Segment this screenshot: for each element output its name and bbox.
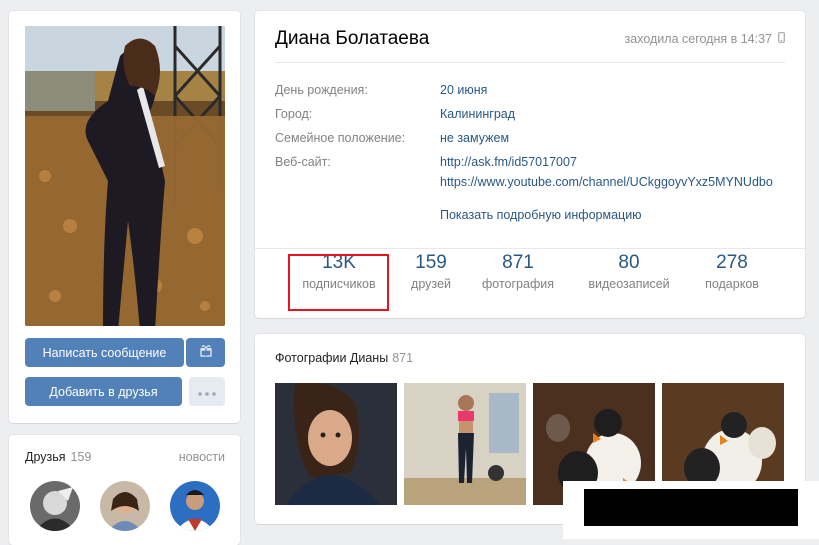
birthday-value[interactable]: 20 июня — [440, 83, 487, 97]
stat-friends[interactable]: 159 друзей — [400, 252, 462, 291]
city-value[interactable]: Калининград — [440, 107, 515, 121]
stat-friends-label: друзей — [411, 277, 451, 291]
friends-title-label: Друзья — [25, 450, 66, 464]
stat-videos[interactable]: 80 видеозаписей — [578, 252, 680, 291]
friend-avatar[interactable] — [100, 481, 150, 531]
photos-count: 871 — [392, 351, 414, 365]
city-label: Город: — [275, 107, 313, 121]
photo-thumbnail[interactable] — [275, 383, 397, 505]
mobile-icon — [778, 32, 785, 46]
watermark-fragment: u — [789, 497, 799, 516]
photo-thumbnail[interactable] — [404, 383, 526, 505]
last-seen: заходила сегодня в 14:37 — [625, 32, 785, 46]
website-link-2[interactable]: https://www.youtube.com/channel/UCkggoyv… — [440, 175, 785, 189]
stat-gifts-label: подарков — [705, 277, 759, 291]
stat-photos[interactable]: 871 фотография — [473, 252, 563, 291]
friends-count: 159 — [70, 450, 92, 464]
stat-videos-label: видеозаписей — [588, 277, 670, 291]
last-seen-text: заходила сегодня в 14:37 — [624, 32, 772, 46]
relationship-value[interactable]: не замужем — [440, 131, 509, 145]
gift-icon — [199, 345, 212, 360]
friend-avatar[interactable] — [170, 481, 220, 531]
redaction-bar — [584, 489, 798, 526]
friends-news-link[interactable]: новости — [179, 450, 225, 464]
relationship-label: Семейное положение: — [275, 131, 406, 145]
send-message-button[interactable]: Написать сообщение — [25, 338, 184, 367]
photos-title-label: Фотографии Дианы — [275, 351, 389, 365]
friends-title[interactable]: Друзья 159 — [25, 450, 91, 464]
photos-title[interactable]: Фотографии Дианы 871 — [275, 351, 413, 365]
stat-photos-label: фотография — [482, 277, 554, 291]
stat-gifts-count: 278 — [716, 252, 748, 273]
gift-button[interactable] — [186, 338, 225, 367]
friend-avatar[interactable] — [30, 481, 80, 531]
more-actions-button[interactable] — [189, 377, 225, 406]
stat-friends-count: 159 — [415, 252, 447, 273]
website-link-1[interactable]: http://ask.fm/id57017007 — [440, 155, 577, 169]
stat-videos-count: 80 — [618, 252, 640, 273]
birthday-label: День рождения: — [275, 83, 368, 97]
show-more-info-link[interactable]: Показать подробную информацию — [440, 208, 642, 222]
more-dots-icon — [198, 385, 216, 399]
stat-photos-count: 871 — [502, 252, 534, 273]
stats-divider — [255, 248, 805, 249]
followers-highlight-box — [288, 254, 389, 311]
header-divider — [275, 62, 785, 63]
stat-gifts[interactable]: 278 подарков — [694, 252, 770, 291]
profile-name: Диана Болатаева — [275, 28, 430, 49]
profile-avatar[interactable] — [25, 26, 225, 326]
friends-card: Друзья 159 новости — [9, 435, 240, 545]
website-label: Веб-сайт: — [275, 155, 331, 169]
add-friend-button[interactable]: Добавить в друзья — [25, 377, 182, 406]
